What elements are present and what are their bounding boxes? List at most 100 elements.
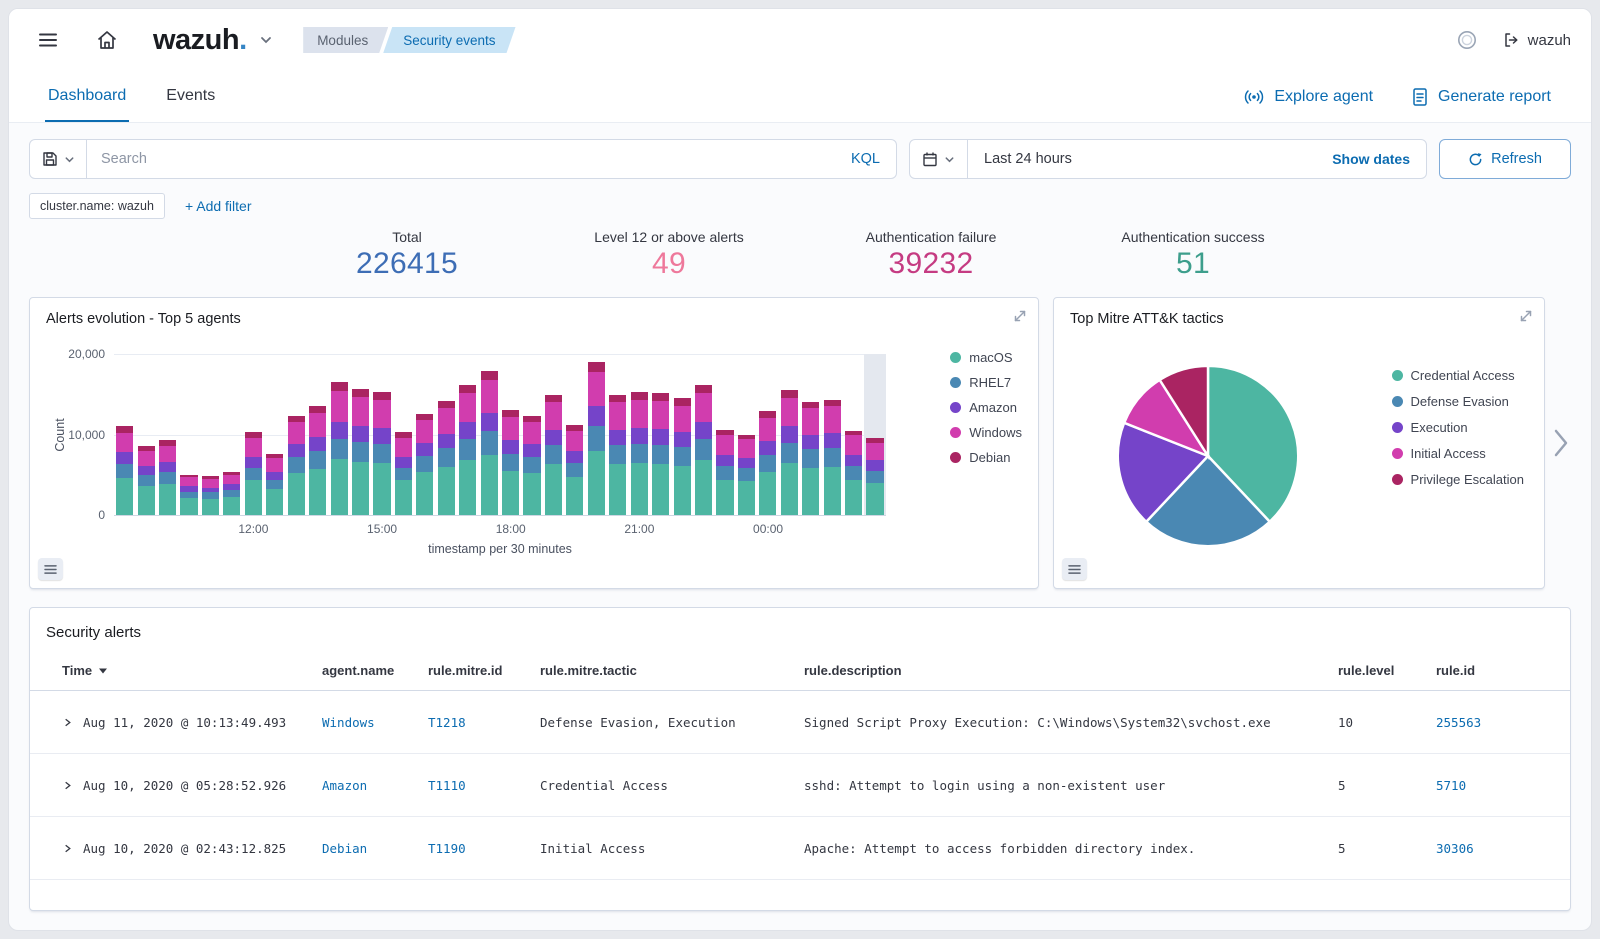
bar-20-30[interactable]: [607, 354, 628, 515]
column-header-rule-level[interactable]: rule.level: [1338, 663, 1436, 678]
agent-link[interactable]: Amazon: [322, 778, 367, 793]
tab-events[interactable]: Events: [163, 71, 218, 122]
bar-01-00[interactable]: [800, 354, 821, 515]
explore-agent-button[interactable]: Explore agent: [1243, 86, 1373, 108]
bar-16-30[interactable]: [436, 354, 457, 515]
bar-21-30[interactable]: [650, 354, 671, 515]
bar-14-00[interactable]: [328, 354, 349, 515]
show-dates-button[interactable]: Show dates: [1332, 151, 1426, 167]
bar-09-30[interactable]: [135, 354, 156, 515]
bar-00-00[interactable]: [757, 354, 778, 515]
bar-23-30[interactable]: [736, 354, 757, 515]
filter-pill-cluster-name[interactable]: cluster.name: wazuh: [29, 193, 165, 219]
bar-16-00[interactable]: [414, 354, 435, 515]
bar-11-00[interactable]: [200, 354, 221, 515]
legend-item-execution[interactable]: Execution: [1392, 420, 1524, 435]
bar-22-30[interactable]: [693, 354, 714, 515]
column-header-rule-mitre-id[interactable]: rule.mitre.id: [428, 663, 540, 678]
bar-segment-windows: [352, 397, 369, 425]
user-menu[interactable]: wazuh: [1502, 31, 1571, 49]
legend-item-debian[interactable]: Debian: [950, 450, 1022, 465]
row-expand-button[interactable]: [62, 843, 73, 854]
rule-id-link[interactable]: 30306: [1436, 841, 1474, 856]
bar-17-30[interactable]: [478, 354, 499, 515]
column-header-agent-name[interactable]: agent.name: [322, 663, 428, 678]
bar-segment-debian: [309, 406, 326, 413]
bar-11-30[interactable]: [221, 354, 242, 515]
calendar-button[interactable]: [910, 140, 968, 178]
bar-15-00[interactable]: [371, 354, 392, 515]
legend-item-privilege-escalation[interactable]: Privilege Escalation: [1392, 472, 1524, 487]
rule-id-link[interactable]: 5710: [1436, 778, 1466, 793]
row-expand-button[interactable]: [62, 780, 73, 791]
time-range-label[interactable]: Last 24 hours: [968, 151, 1072, 167]
home-button[interactable]: [87, 20, 127, 60]
mitre-id-link[interactable]: T1190: [428, 841, 466, 856]
column-header-rule-id[interactable]: rule.id: [1436, 663, 1546, 678]
next-panels-button[interactable]: [1551, 423, 1571, 463]
bar-22-00[interactable]: [671, 354, 692, 515]
legend-item-amazon[interactable]: Amazon: [950, 400, 1022, 415]
bar-20-00[interactable]: [586, 354, 607, 515]
bar-12-00[interactable]: [243, 354, 264, 515]
bar-01-30[interactable]: [821, 354, 842, 515]
legend-item-credential-access[interactable]: Credential Access: [1392, 368, 1524, 383]
cluster-health-button[interactable]: [1448, 21, 1486, 59]
search-input[interactable]: [87, 140, 835, 178]
generate-report-button[interactable]: Generate report: [1411, 87, 1551, 107]
row-expand-button[interactable]: [62, 717, 73, 728]
bar-09-00[interactable]: [114, 354, 135, 515]
column-header-rule-mitre-tactic[interactable]: rule.mitre.tactic: [540, 663, 804, 678]
agent-link[interactable]: Debian: [322, 841, 367, 856]
column-header-rule-description[interactable]: rule.description: [804, 663, 1338, 678]
legend-item-defense-evasion[interactable]: Defense Evasion: [1392, 394, 1524, 409]
bar-12-30[interactable]: [264, 354, 285, 515]
bar-17-00[interactable]: [457, 354, 478, 515]
bar-10-30[interactable]: [178, 354, 199, 515]
legend-label: Debian: [969, 450, 1010, 465]
bar-13-30[interactable]: [307, 354, 328, 515]
legend-item-macos[interactable]: macOS: [950, 350, 1022, 365]
bar-segment-rhel7: [545, 445, 562, 464]
cell-rule-mitre-id: T1218: [428, 715, 540, 730]
legend-item-initial-access[interactable]: Initial Access: [1392, 446, 1524, 461]
mitre-id-link[interactable]: T1110: [428, 778, 466, 793]
legend-item-windows[interactable]: Windows: [950, 425, 1022, 440]
bar-segment-amazon: [159, 462, 176, 472]
bar-02-30[interactable]: [864, 354, 885, 515]
bar-23-00[interactable]: [714, 354, 735, 515]
mitre-id-link[interactable]: T1218: [428, 715, 466, 730]
agent-link[interactable]: Windows: [322, 715, 375, 730]
kql-selector[interactable]: KQL: [835, 151, 896, 167]
bar-15-30[interactable]: [393, 354, 414, 515]
breadcrumb-modules[interactable]: Modules: [303, 27, 388, 53]
tab-dashboard[interactable]: Dashboard: [45, 71, 129, 122]
alerts-table-header: Time agent.name rule.mitre.id rule.mitre…: [30, 651, 1570, 691]
legend-item-rhel7[interactable]: RHEL7: [950, 375, 1022, 390]
bar-18-30[interactable]: [521, 354, 542, 515]
wazuh-logo[interactable]: wazuh.: [153, 24, 273, 57]
rule-id-link[interactable]: 255563: [1436, 715, 1481, 730]
legend-toggle-button[interactable]: [1062, 558, 1087, 580]
bar-02-00[interactable]: [843, 354, 864, 515]
refresh-button[interactable]: Refresh: [1439, 139, 1571, 179]
bar-18-00[interactable]: [500, 354, 521, 515]
bar-19-00[interactable]: [543, 354, 564, 515]
bar-segment-windows: [438, 408, 455, 434]
bar-segment-debian: [352, 389, 369, 397]
menu-button[interactable]: [29, 21, 67, 59]
saved-queries-button[interactable]: [29, 139, 87, 179]
bar-14-30[interactable]: [350, 354, 371, 515]
add-filter-button[interactable]: + Add filter: [185, 198, 252, 214]
legend-toggle-button[interactable]: [38, 558, 63, 580]
bar-00-30[interactable]: [779, 354, 800, 515]
expand-panel-button[interactable]: [1518, 308, 1534, 327]
bar-10-00[interactable]: [157, 354, 178, 515]
bar-21-00[interactable]: [629, 354, 650, 515]
bar-segment-rhel7: [609, 445, 626, 464]
column-header-time[interactable]: Time: [62, 663, 322, 678]
bar-13-00[interactable]: [286, 354, 307, 515]
bar-19-30[interactable]: [564, 354, 585, 515]
bar-segment-macos: [609, 464, 626, 515]
expand-panel-button[interactable]: [1012, 308, 1028, 327]
